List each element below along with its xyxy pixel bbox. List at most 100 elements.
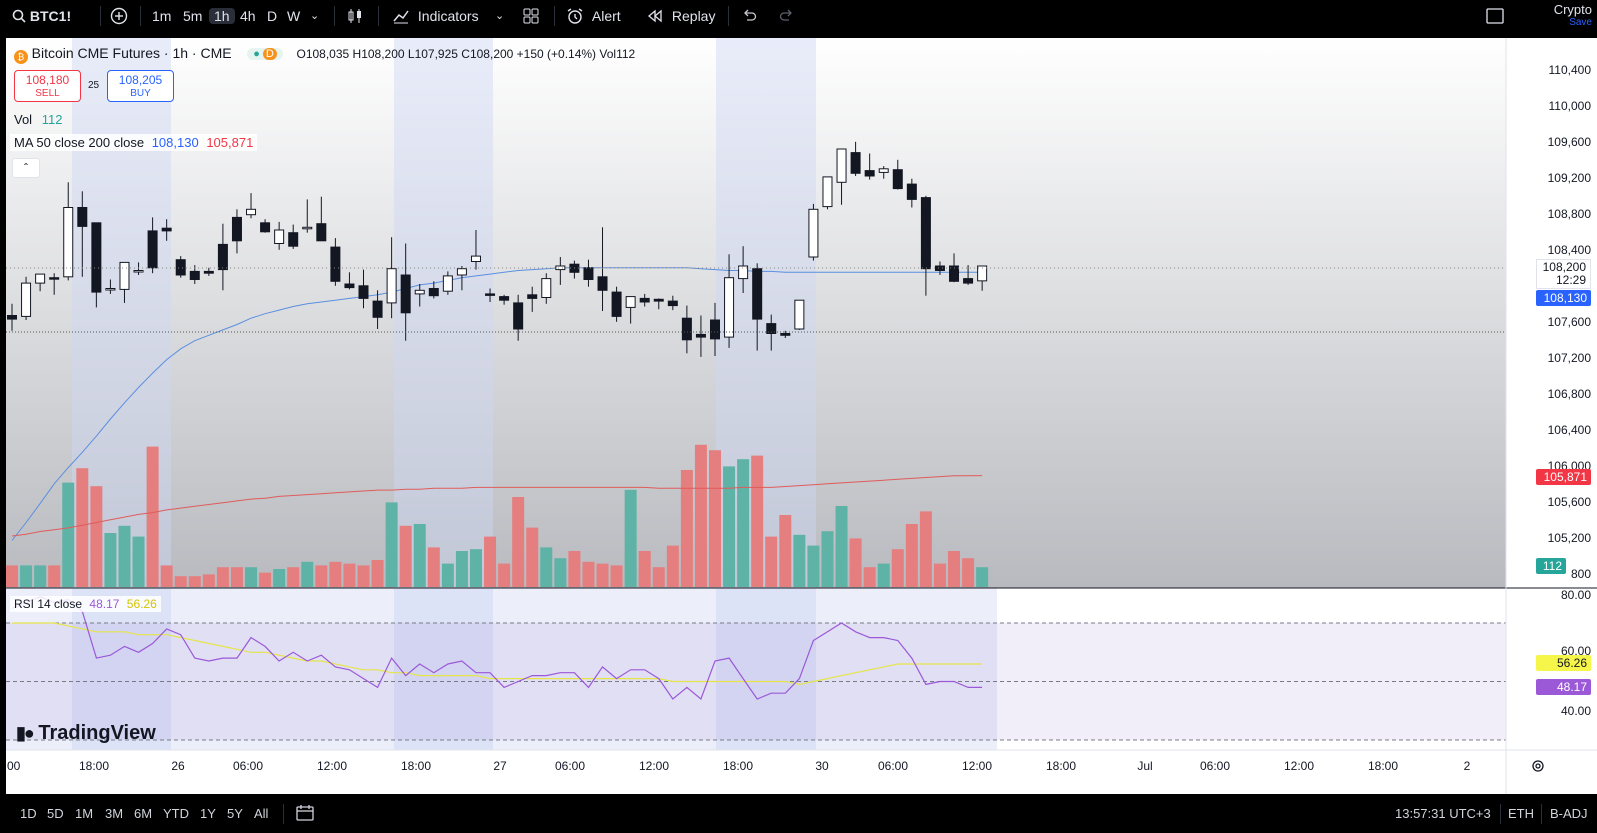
volume-legend-value: 112 bbox=[41, 112, 63, 127]
last-price-tag: 108,200 12:29 bbox=[1536, 259, 1591, 289]
range-5d-button[interactable]: 5D bbox=[47, 794, 64, 833]
candle-body bbox=[864, 170, 875, 177]
rsi-axis-label: 40.00 bbox=[1560, 704, 1591, 718]
save-layout-button[interactable]: Crypto Save bbox=[1522, 3, 1592, 29]
volume-bar bbox=[20, 565, 33, 587]
timeframe-d[interactable]: D bbox=[267, 0, 277, 32]
tradingview-logo[interactable]: ▮● TradingView bbox=[16, 722, 156, 745]
save-label: Save bbox=[1569, 17, 1592, 28]
timeframe-1m[interactable]: 1m bbox=[152, 0, 171, 32]
chart-area[interactable]: ₿ Bitcoin CME Futures · 1h · CME ● D O10… bbox=[6, 38, 1597, 794]
alarm-clock-icon bbox=[567, 8, 583, 24]
candle-body bbox=[499, 296, 510, 301]
volume-bar bbox=[34, 565, 47, 587]
timeframe-4h[interactable]: 4h bbox=[240, 0, 256, 32]
volume-bar bbox=[793, 534, 806, 587]
candle-body bbox=[119, 261, 130, 290]
volume-bar bbox=[202, 574, 215, 587]
timezone-clock[interactable]: 13:57:31 UTC+3 bbox=[1395, 794, 1491, 833]
gear-icon bbox=[1532, 760, 1544, 772]
volume-bar bbox=[455, 551, 468, 587]
sell-button[interactable]: 108,180 SELL bbox=[14, 70, 81, 102]
range-ytd-button[interactable]: YTD bbox=[163, 794, 189, 833]
timeframe-w[interactable]: W bbox=[287, 0, 300, 32]
volume-bar bbox=[329, 561, 342, 587]
volume-bar bbox=[146, 446, 159, 587]
alert-button[interactable]: Alert bbox=[566, 0, 621, 32]
market-open-dot-icon: ● bbox=[253, 48, 260, 60]
collapse-legend-chevron-up-icon[interactable]: ˆ bbox=[12, 158, 40, 178]
range-1m-button[interactable]: 1M bbox=[75, 794, 93, 833]
volume-bar bbox=[399, 525, 412, 587]
time-axis-label: 18:00 bbox=[78, 759, 110, 773]
volume-bar bbox=[343, 563, 356, 587]
candle-body bbox=[710, 319, 720, 340]
volume-bar bbox=[540, 547, 553, 587]
volume-bar bbox=[301, 561, 314, 587]
ma50-price-tag: 108,130 bbox=[1536, 290, 1591, 306]
symbol-legend: ₿ Bitcoin CME Futures · 1h · CME ● D O10… bbox=[14, 45, 635, 64]
indicators-dropdown-chevron-icon[interactable]: ⌄ bbox=[495, 0, 504, 32]
bar-countdown: 12:29 bbox=[1555, 273, 1586, 287]
candle-body bbox=[653, 298, 664, 302]
candle-body bbox=[35, 273, 46, 284]
toolbar-divider bbox=[1541, 804, 1542, 824]
calendar-range-icon bbox=[296, 805, 314, 821]
candle-body bbox=[527, 294, 538, 299]
adjustment-toggle[interactable]: B-ADJ bbox=[1550, 794, 1588, 833]
symbol-search-button[interactable]: BTC1! bbox=[12, 0, 71, 32]
volume-bar bbox=[933, 563, 946, 587]
time-axis-label: 06:00 bbox=[1199, 759, 1231, 773]
chart-settings-button[interactable] bbox=[1530, 758, 1548, 776]
fullscreen-button[interactable] bbox=[1486, 0, 1504, 32]
replay-button[interactable]: Replay bbox=[646, 0, 715, 32]
toolbar-divider bbox=[334, 6, 335, 26]
candle-body bbox=[963, 278, 974, 284]
layouts-button[interactable] bbox=[522, 0, 540, 32]
timeframe-dropdown-chevron-icon[interactable]: ⌄ bbox=[310, 0, 319, 32]
volume-bar bbox=[891, 549, 904, 587]
volume-bar bbox=[835, 506, 848, 587]
market-status-badge[interactable]: ● D bbox=[247, 48, 283, 60]
candle-body bbox=[161, 227, 172, 232]
range-3m-button[interactable]: 3M bbox=[105, 794, 123, 833]
range-1d-button[interactable]: 1D bbox=[20, 794, 37, 833]
rsi-axis-label: 80.00 bbox=[1560, 588, 1591, 602]
alert-label: Alert bbox=[591, 8, 621, 24]
ma-legend[interactable]: MA 50 close 200 close 108,130 105,871 bbox=[10, 134, 258, 151]
range-6m-button[interactable]: 6M bbox=[134, 794, 152, 833]
volume-bar bbox=[48, 565, 61, 587]
timeframe-5m[interactable]: 5m bbox=[183, 0, 202, 32]
volume-tag: 112 bbox=[1536, 558, 1566, 574]
range-5y-button[interactable]: 5Y bbox=[227, 794, 243, 833]
time-axis-label: Jul bbox=[1137, 759, 1153, 773]
symbol-title[interactable]: Bitcoin CME Futures · 1h · CME bbox=[32, 45, 232, 61]
volume-bar bbox=[90, 486, 103, 587]
volume-bar bbox=[498, 563, 511, 587]
toolbar-divider bbox=[1500, 804, 1501, 824]
candle-body bbox=[302, 226, 313, 230]
undo-button[interactable] bbox=[741, 0, 757, 32]
chart-canvas[interactable] bbox=[6, 38, 1597, 794]
rsi-legend[interactable]: RSI 14 close 48.17 56.26 bbox=[10, 596, 161, 612]
rsi-ma-tag: 56.26 bbox=[1536, 655, 1591, 671]
time-axis-label: :00 bbox=[6, 759, 21, 773]
timeframe-1h[interactable]: 1h bbox=[209, 2, 235, 30]
price-axis-label: 106,800 bbox=[1547, 387, 1591, 401]
time-axis-label: 2 bbox=[1463, 759, 1471, 773]
compare-symbol-button[interactable] bbox=[110, 0, 128, 32]
buy-button[interactable]: 108,205 BUY bbox=[107, 70, 174, 102]
bitcoin-icon: ₿ bbox=[14, 50, 28, 64]
redo-button[interactable] bbox=[779, 0, 795, 32]
volume-legend[interactable]: Vol 112 bbox=[14, 112, 62, 127]
volume-bar bbox=[624, 489, 637, 587]
goto-date-button[interactable] bbox=[295, 794, 315, 833]
candle-body bbox=[836, 148, 847, 183]
range-1y-button[interactable]: 1Y bbox=[200, 794, 216, 833]
time-axis-label: 12:00 bbox=[638, 759, 670, 773]
indicators-button[interactable]: Indicators bbox=[392, 0, 479, 32]
chart-type-button[interactable] bbox=[346, 0, 364, 32]
range-all-button[interactable]: All bbox=[254, 794, 268, 833]
rsi-legend-label: RSI 14 close bbox=[14, 597, 83, 611]
session-toggle[interactable]: ETH bbox=[1508, 794, 1534, 833]
